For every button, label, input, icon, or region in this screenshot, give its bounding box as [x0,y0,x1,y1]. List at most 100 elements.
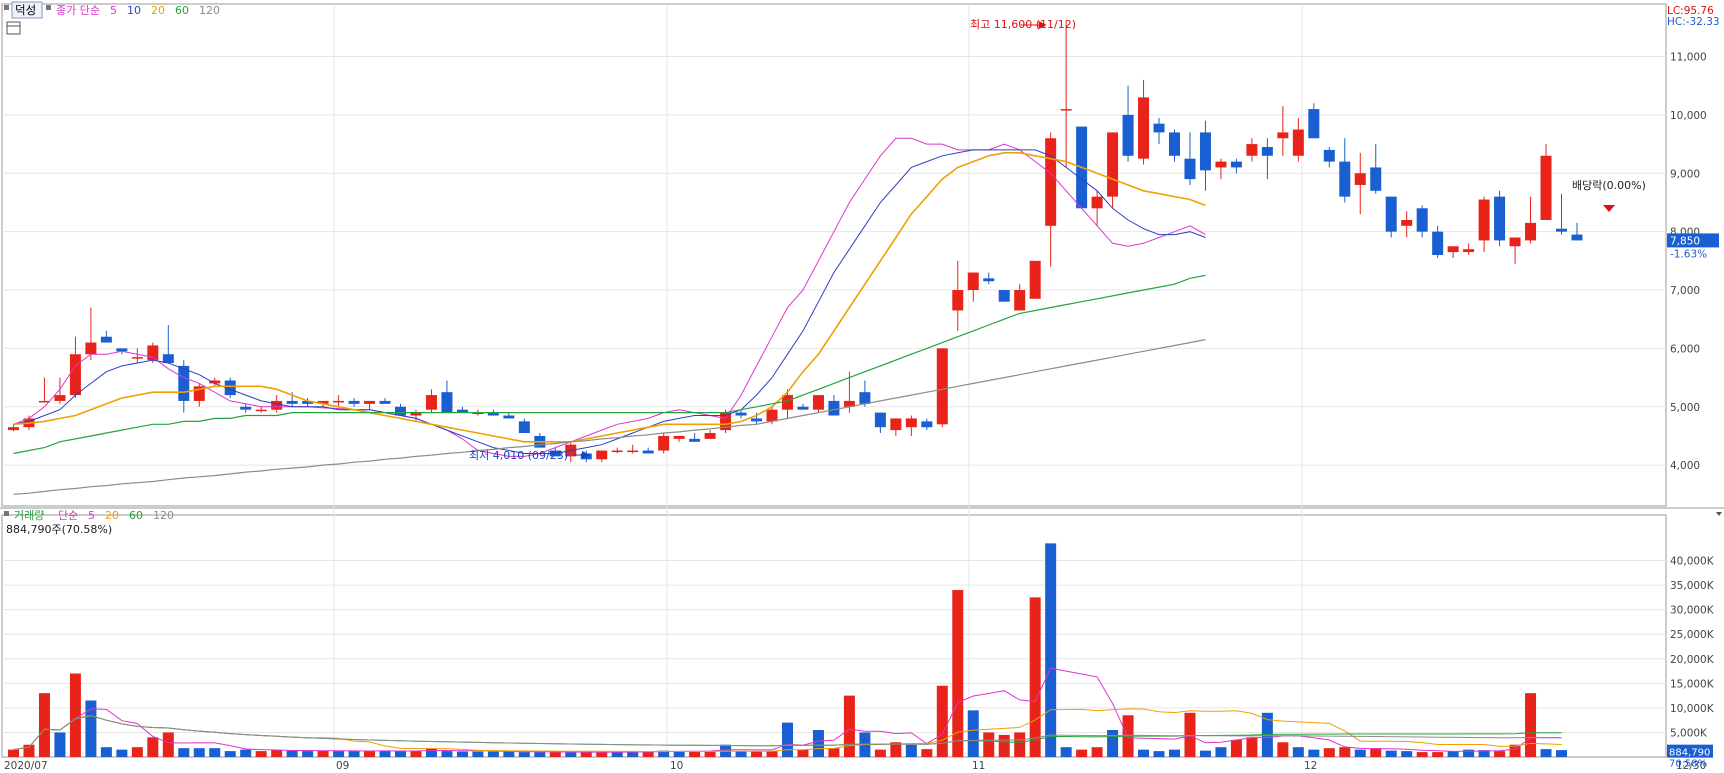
volume-bar [580,752,592,757]
candle-body [100,336,112,343]
volume-bar [224,751,236,757]
price-tick-label: 7,000 [1670,285,1700,297]
price-tick-label: 6,000 [1670,343,1700,355]
volume-bar [1045,543,1057,757]
price-pane-frame [1,3,1667,507]
dividend-annotation: 배당락(0.00%) [1572,179,1646,192]
volume-tick-label: 35,000K [1670,580,1715,592]
candle-body [1199,132,1211,171]
price-tick-label: 5,000 [1670,402,1700,414]
candle-body [1169,132,1180,156]
volume-bar [1215,747,1227,757]
volume-bar [998,734,1010,757]
ma-line-5 [13,137,1206,457]
volume-bar [967,710,979,757]
candle-body [874,412,886,428]
volume-bar [38,693,50,757]
volume-tick-label: 20,000K [1670,654,1715,666]
candle-body [1540,155,1552,220]
volume-bar [379,750,391,757]
volume-bar [518,752,530,757]
price-legend-ma-120: 120 [199,4,220,17]
candle-body [1014,290,1026,311]
candle-body [812,395,824,410]
candle-body [518,421,530,434]
candle-body [255,409,267,412]
price-tick-label: 9,000 [1670,168,1700,180]
volume-bar [1014,732,1026,757]
candle-body [1308,109,1320,139]
candle-body [1416,208,1428,232]
volume-bar [193,748,205,757]
menu-marker-icon [4,5,9,10]
price-tick-label: 11,000 [1670,52,1707,64]
volume-bar [1432,752,1444,757]
candle-body [905,418,917,428]
candle-body [441,392,453,413]
volume-bar [1060,747,1072,757]
x-tick-label: 10 [670,760,683,772]
volume-bar [425,748,437,757]
volume-bar [905,744,917,757]
volume-bar [1184,712,1196,757]
volume-bar [302,751,314,757]
candle-body [1494,196,1506,241]
candle-body [69,354,81,396]
volume-bar [1339,747,1351,757]
candle-body [364,400,376,404]
volume-bar [1323,748,1335,757]
candle-body [1370,167,1382,191]
volume-bar [100,747,112,757]
candle-body [1354,173,1366,185]
volume-bar [1370,748,1382,757]
candle-body [1447,246,1459,253]
volume-bar [317,750,329,757]
volume-legend-ma-20: 20 [105,509,119,522]
ma-line-120 [13,339,1206,495]
current-change-label: -1.63% [1670,248,1707,260]
volume-bar [1246,737,1258,757]
candle-body [611,450,623,453]
volume-bar [1277,742,1289,757]
candle-body [967,272,979,291]
candle-body [1261,147,1273,156]
candle-body [658,435,670,451]
candle-body [1215,161,1227,168]
current-volume-pct-label: 70.58% [1669,759,1707,770]
candle-body [983,278,995,282]
volume-bar [1308,749,1320,757]
candle-body [751,418,763,422]
legend-marker-icon [46,5,51,10]
candle-body [689,438,701,442]
pane-scroll-icon[interactable] [1716,512,1722,516]
volume-bar [503,751,515,757]
volume-pane-frame [1,514,1667,758]
candle-body [1571,234,1583,241]
volume-bar [116,749,128,757]
volume-bar [271,750,283,757]
volume-legend-prefix: 단순 [58,509,78,522]
price-legend-ma-20: 20 [151,4,165,17]
volume-bar [410,751,422,757]
price-legend-ma-10: 10 [127,4,141,17]
volume-bar [333,751,345,757]
x-tick-label: 11 [972,760,985,772]
volume-legend-ma-5: 5 [88,509,95,522]
volume-bar [1354,749,1366,757]
candle-body [828,400,840,416]
volume-bar [1385,750,1397,757]
x-tick-label: 09 [336,760,349,772]
volume-bar [797,749,809,757]
volume-legend-marker-icon [4,511,9,516]
calendar-icon[interactable] [6,21,21,35]
candle-body [1184,158,1196,180]
candle-body [952,290,964,311]
candle-body [1122,114,1134,156]
volume-bar [565,752,577,757]
candle-body [1463,249,1475,253]
volume-bar [364,751,376,757]
x-tick-label: 12 [1304,760,1317,772]
volume-bar [766,751,778,757]
candle-body [596,450,608,460]
volume-bar [843,695,855,757]
